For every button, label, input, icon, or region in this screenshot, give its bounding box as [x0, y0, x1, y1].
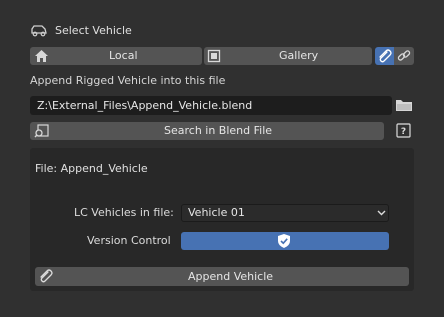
- panel-title: Select Vehicle: [55, 24, 132, 37]
- append-mode-toggle[interactable]: [375, 47, 394, 65]
- folder-icon[interactable]: [395, 97, 413, 113]
- shield-check-icon: [277, 233, 291, 249]
- svg-text:?: ?: [401, 127, 406, 137]
- car-icon: [30, 24, 48, 38]
- version-control-label: Version Control: [87, 234, 171, 247]
- file-name-label: File: Append_Vehicle: [35, 162, 148, 175]
- image-icon: [207, 49, 221, 63]
- chevron-down-icon: [377, 208, 386, 217]
- lc-vehicles-label: LC Vehicles in file:: [74, 206, 174, 219]
- paperclip-icon: [39, 269, 53, 284]
- paperclip-icon: [377, 49, 392, 63]
- file-path-value: Z:\External_Files\Append_Vehicle.blend: [37, 99, 253, 112]
- home-icon: [34, 49, 49, 63]
- gallery-label: Gallery: [279, 49, 319, 62]
- gallery-button[interactable]: Gallery: [204, 47, 372, 65]
- chain-link-icon: [397, 49, 411, 63]
- local-button[interactable]: Local: [30, 47, 202, 65]
- vehicle-select-value: Vehicle 01: [188, 206, 245, 219]
- link-mode-toggle[interactable]: [394, 47, 414, 65]
- append-vehicle-label: Append Vehicle: [188, 270, 274, 283]
- file-search-icon: [34, 124, 50, 138]
- local-label: Local: [109, 49, 138, 62]
- help-icon[interactable]: ?: [396, 123, 411, 138]
- append-section-label: Append Rigged Vehicle into this file: [30, 74, 226, 87]
- search-blend-file-label: Search in Blend File: [164, 124, 273, 137]
